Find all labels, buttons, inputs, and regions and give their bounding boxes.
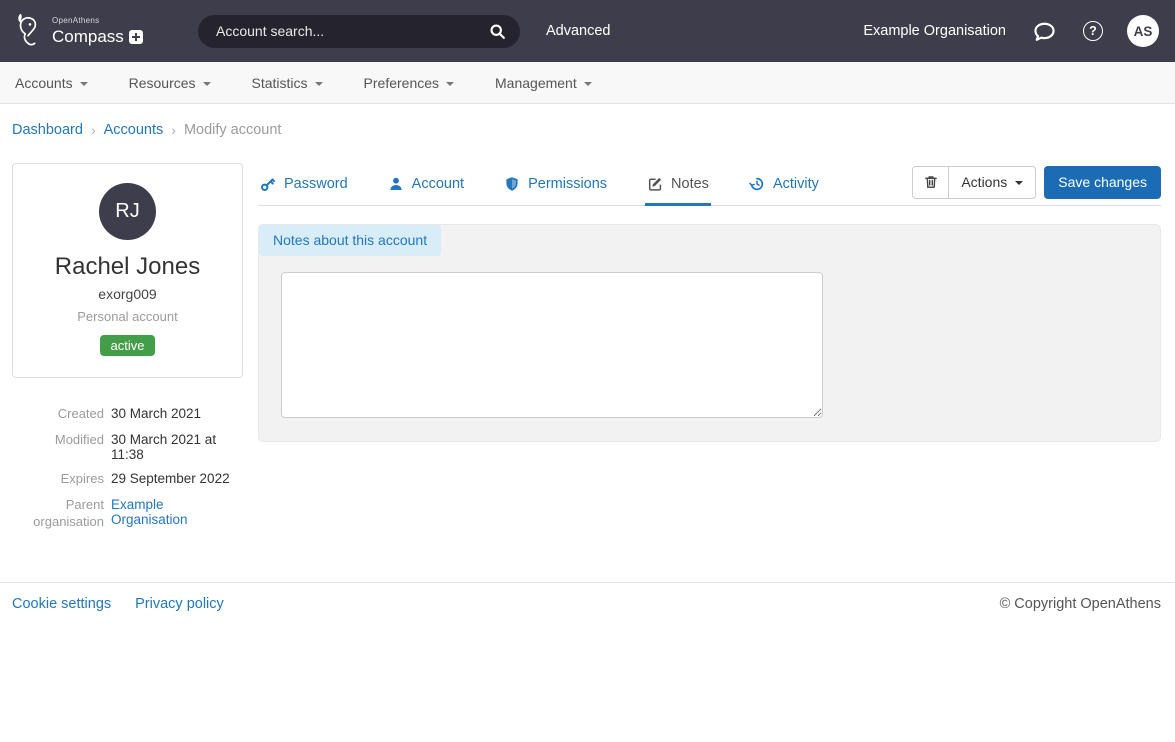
detail-value: 29 September 2022 (111, 471, 230, 486)
plus-icon (129, 30, 143, 44)
chevron-down-icon (80, 82, 88, 86)
chevron-down-icon (1015, 181, 1023, 185)
search-button[interactable] (481, 19, 514, 44)
tab-label: Notes (671, 176, 709, 192)
history-icon (749, 176, 765, 192)
status-badge: active (100, 335, 156, 356)
account-avatar: RJ (99, 183, 156, 240)
tab-password[interactable]: Password (258, 163, 350, 206)
detail-row-expires: Expires 29 September 2022 (12, 471, 243, 488)
pencil-square-icon (647, 176, 663, 192)
account-details-list: Created 30 March 2021 Modified 30 March … (12, 406, 243, 531)
account-toolbar: Actions Save changes (912, 166, 1161, 203)
chevron-down-icon (315, 82, 323, 86)
actions-dropdown-button[interactable]: Actions (949, 167, 1035, 198)
breadcrumb: Dashboard › Accounts › Modify account (12, 122, 1175, 138)
person-icon (388, 176, 404, 192)
notes-section-tab[interactable]: Notes about this account (259, 225, 441, 256)
search-icon (489, 23, 506, 40)
nav-label: Statistics (252, 75, 308, 91)
key-icon (260, 176, 276, 192)
top-header: OpenAthens Compass Advanced Example Orga… (0, 0, 1175, 62)
help-button[interactable]: ? (1083, 21, 1103, 41)
nav-label: Accounts (15, 75, 73, 91)
cookie-settings-link[interactable]: Cookie settings (12, 596, 111, 612)
detail-label: Modified (12, 432, 104, 449)
notes-panel: Notes about this account (258, 224, 1161, 442)
page-footer: Cookie settings Privacy policy © Copyrig… (0, 582, 1175, 612)
detail-row-created: Created 30 March 2021 (12, 406, 243, 423)
detail-value: 30 March 2021 at 11:38 (111, 432, 243, 462)
account-username: exorg009 (23, 286, 232, 302)
tab-label: Account (412, 176, 464, 192)
save-changes-button[interactable]: Save changes (1044, 166, 1161, 199)
account-name: Rachel Jones (23, 253, 232, 281)
nav-label: Resources (129, 75, 196, 91)
trash-icon (923, 174, 939, 190)
advanced-search-link[interactable]: Advanced (546, 23, 611, 39)
chevron-down-icon (446, 82, 454, 86)
breadcrumb-current: Modify account (184, 122, 282, 138)
main-content: RJ Rachel Jones exorg009 Personal accoun… (12, 163, 1161, 540)
nav-item-resources[interactable]: Resources (129, 75, 211, 91)
privacy-policy-link[interactable]: Privacy policy (135, 596, 224, 612)
account-tab-strip: Password Account Permissions (258, 163, 1161, 206)
feedback-button[interactable] (1033, 20, 1056, 43)
nav-item-statistics[interactable]: Statistics (252, 75, 323, 91)
parent-organisation-link[interactable]: Example Organisation (111, 497, 243, 527)
nav-item-preferences[interactable]: Preferences (364, 75, 454, 91)
detail-row-modified: Modified 30 March 2021 at 11:38 (12, 432, 243, 462)
notes-textarea[interactable] (281, 272, 823, 418)
account-editor-column: Password Account Permissions (258, 163, 1161, 540)
chat-bubble-icon (1033, 20, 1056, 43)
tab-label: Password (284, 176, 348, 192)
detail-label: Parent organisation (12, 497, 104, 531)
brand-name-small: OpenAthens (52, 17, 143, 25)
detail-label: Created (12, 406, 104, 423)
openathens-owl-icon (12, 12, 46, 50)
brand-logo[interactable]: OpenAthens Compass (12, 12, 198, 50)
delete-account-button[interactable] (913, 167, 949, 198)
detail-row-parent-organisation: Parent organisation Example Organisation (12, 497, 243, 531)
account-profile-card: RJ Rachel Jones exorg009 Personal accoun… (12, 163, 243, 378)
tab-notes[interactable]: Notes (645, 163, 711, 206)
shield-icon (504, 176, 520, 192)
account-type: Personal account (23, 309, 232, 324)
breadcrumb-link-accounts[interactable]: Accounts (104, 122, 164, 138)
main-nav: Accounts Resources Statistics Preference… (0, 62, 1175, 104)
toolbar-button-group: Actions (912, 166, 1036, 199)
tab-account[interactable]: Account (386, 163, 466, 206)
breadcrumb-separator: › (91, 122, 96, 138)
tab-permissions[interactable]: Permissions (502, 163, 609, 206)
organisation-name: Example Organisation (863, 23, 1006, 39)
search-input[interactable] (214, 22, 481, 40)
actions-label: Actions (961, 174, 1007, 190)
tab-activity[interactable]: Activity (747, 163, 821, 206)
chevron-down-icon (203, 82, 211, 86)
help-icon: ? (1083, 21, 1103, 41)
brand-name-large: Compass (52, 28, 124, 45)
tab-label: Permissions (528, 176, 607, 192)
account-search[interactable] (198, 15, 520, 48)
tab-label: Activity (773, 176, 819, 192)
detail-value: 30 March 2021 (111, 406, 201, 421)
nav-item-management[interactable]: Management (495, 75, 592, 91)
nav-label: Management (495, 75, 577, 91)
breadcrumb-link-dashboard[interactable]: Dashboard (12, 122, 83, 138)
account-summary-column: RJ Rachel Jones exorg009 Personal accoun… (12, 163, 243, 540)
user-menu-avatar[interactable]: AS (1127, 15, 1159, 47)
nav-label: Preferences (364, 75, 439, 91)
detail-label: Expires (12, 471, 104, 488)
nav-item-accounts[interactable]: Accounts (15, 75, 88, 91)
copyright-text: © Copyright OpenAthens (1000, 596, 1161, 612)
chevron-down-icon (584, 82, 592, 86)
breadcrumb-separator: › (171, 122, 176, 138)
